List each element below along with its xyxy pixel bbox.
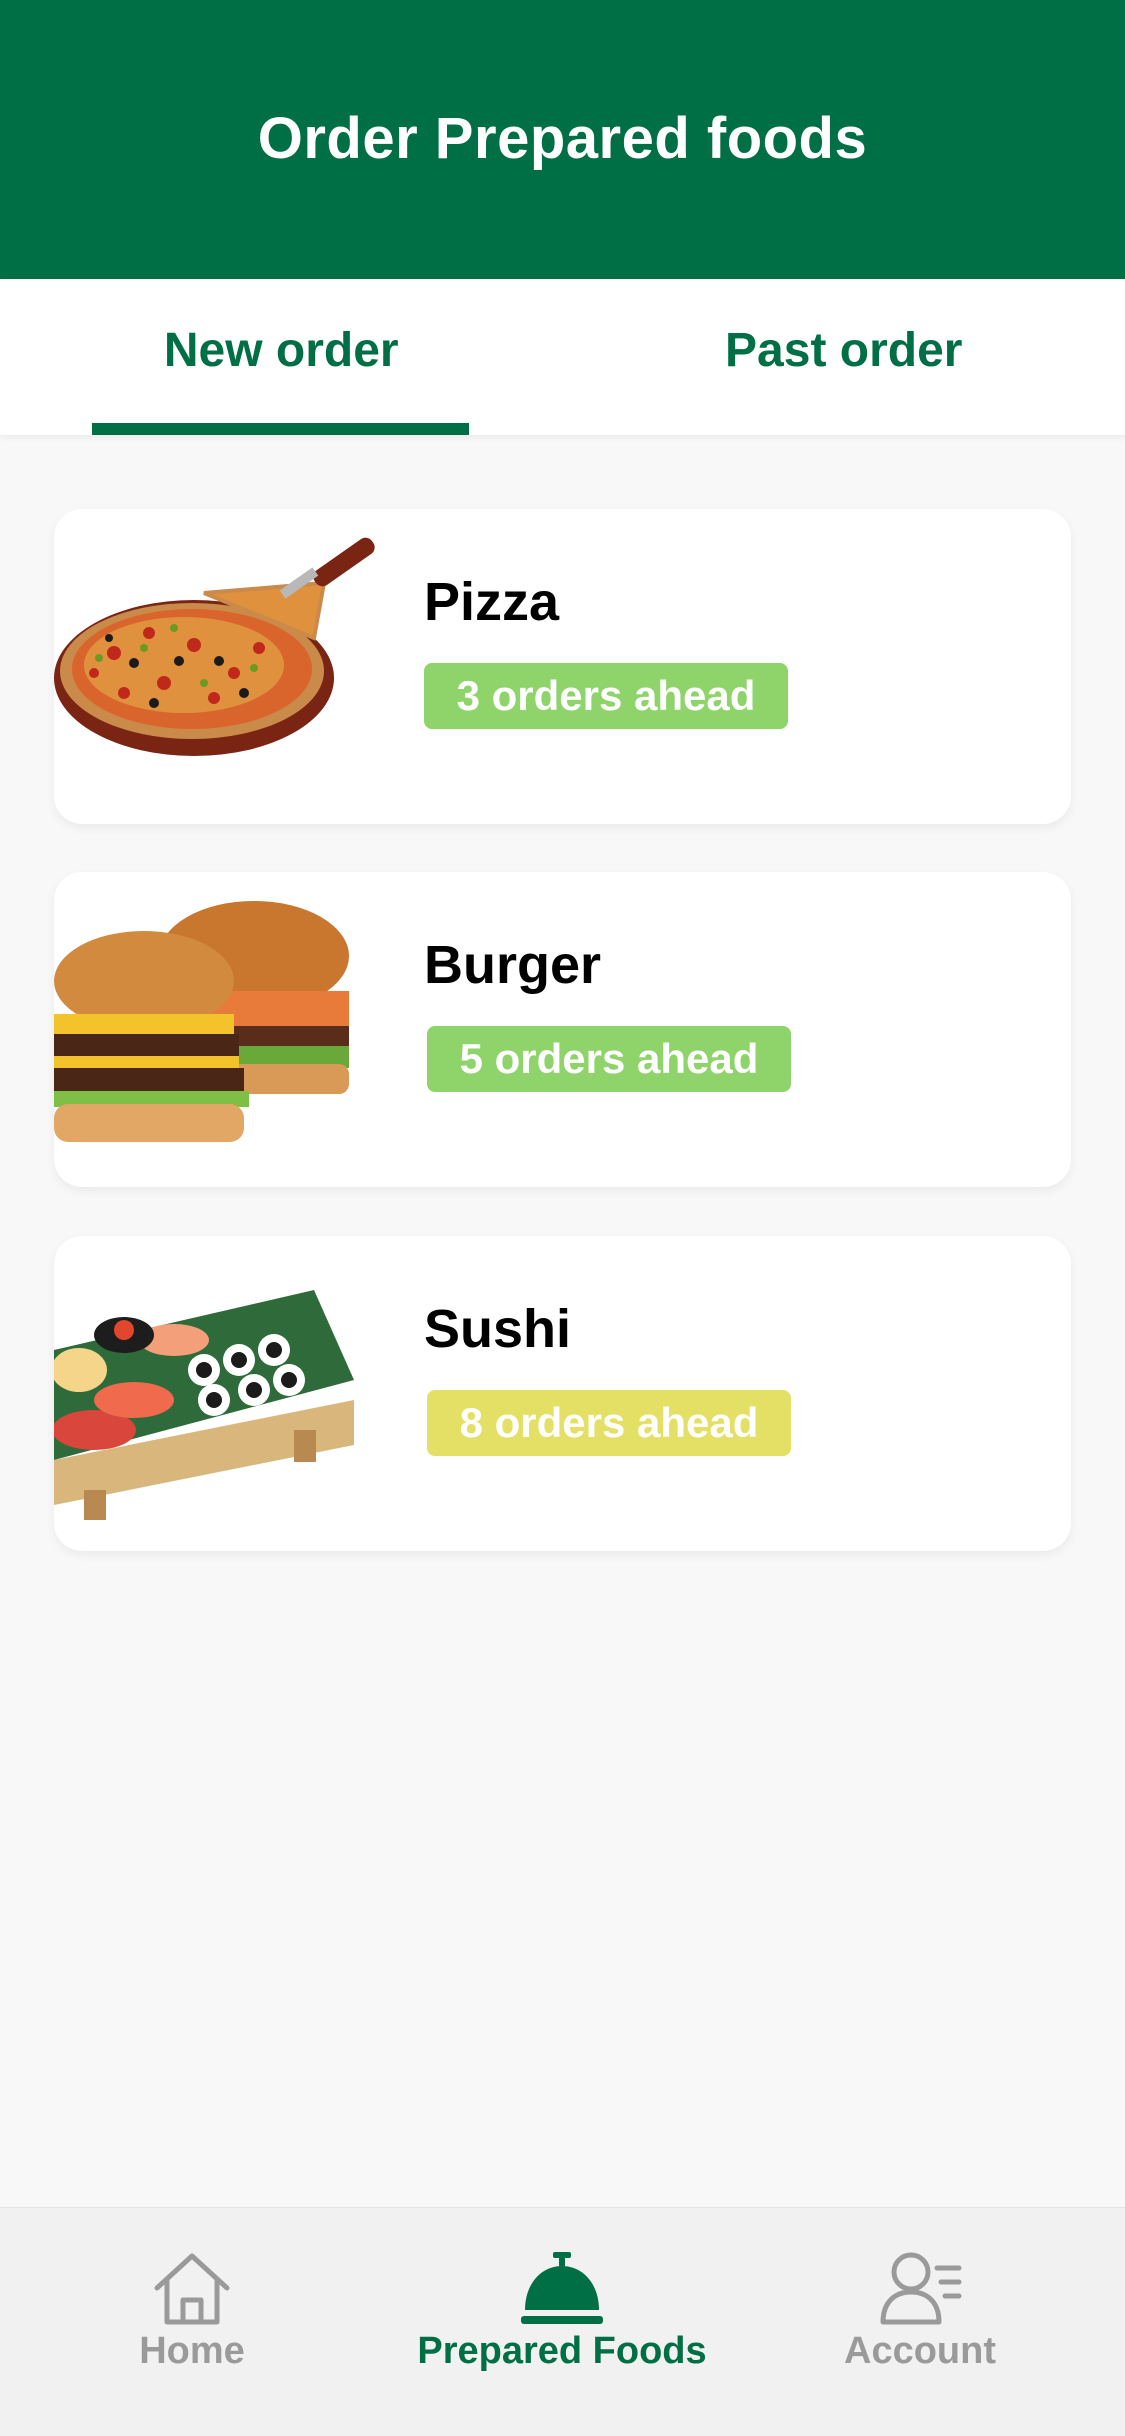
status-badge: 3 orders ahead [424, 663, 788, 729]
tab-new-order[interactable]: New order [0, 279, 563, 435]
screen: Order Prepared foods New order Past orde… [0, 0, 1125, 2436]
nav-home[interactable]: Home [92, 2208, 292, 2436]
status-badge: 8 orders ahead [427, 1390, 791, 1456]
order-tabs: New order Past order [0, 279, 1125, 435]
tab-past-order[interactable]: Past order [563, 279, 1125, 435]
food-name: Sushi [424, 1299, 572, 1359]
active-tab-indicator [92, 423, 469, 435]
food-card-sushi[interactable]: Sushi 8 orders ahead [54, 1236, 1071, 1551]
tab-label: Past order [725, 323, 963, 377]
nav-prepared-foods[interactable]: Prepared Foods [397, 2208, 727, 2436]
sushi-image [54, 1290, 354, 1520]
page-title: Order Prepared foods [257, 105, 868, 171]
home-icon [154, 2253, 230, 2325]
app-header: Order Prepared foods [0, 0, 1125, 279]
food-name: Burger [424, 935, 602, 995]
status-badge: 5 orders ahead [427, 1026, 791, 1092]
nav-account[interactable]: Account [820, 2208, 1020, 2436]
tab-label: New order [163, 323, 399, 377]
food-card-burger[interactable]: Burger 5 orders ahead [54, 872, 1071, 1187]
cloche-icon [521, 2252, 603, 2324]
food-name: Pizza [424, 572, 560, 632]
burger-image [54, 901, 349, 1142]
bottom-nav: Home Prepared Foods Account [0, 2207, 1125, 2436]
account-icon [880, 2252, 962, 2325]
food-card-pizza[interactable]: Pizza 3 orders ahead [54, 509, 1071, 824]
pizza-image [54, 537, 375, 756]
nav-label: Home [139, 2330, 245, 2372]
nav-label: Prepared Foods [417, 2330, 707, 2372]
nav-label: Account [844, 2330, 996, 2372]
